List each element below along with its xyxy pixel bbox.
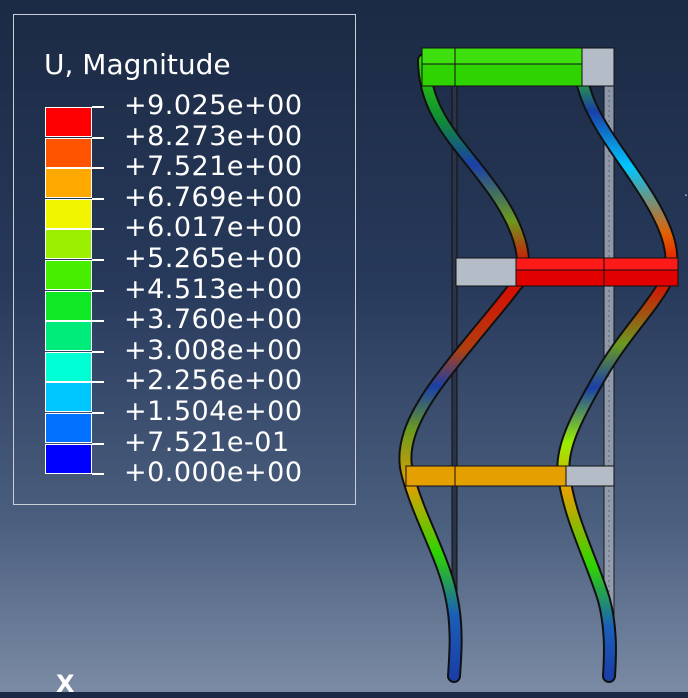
floor-slab-middle [455,257,679,287]
triad-x-label: X [56,670,75,698]
deformed-left-column-fill [400,55,529,681]
viewport[interactable]: U, Magnitude +9.025e+00 +8.273e+00 +7.52… [0,0,688,696]
deformed-model-viewport[interactable]: . [0,0,688,692]
undeformed-columns [451,47,615,677]
deformed-right-column-fill [558,57,677,681]
floor-slab-bottom [405,465,615,487]
floor-slab-top [421,47,615,87]
edge-marker: . [684,185,688,199]
